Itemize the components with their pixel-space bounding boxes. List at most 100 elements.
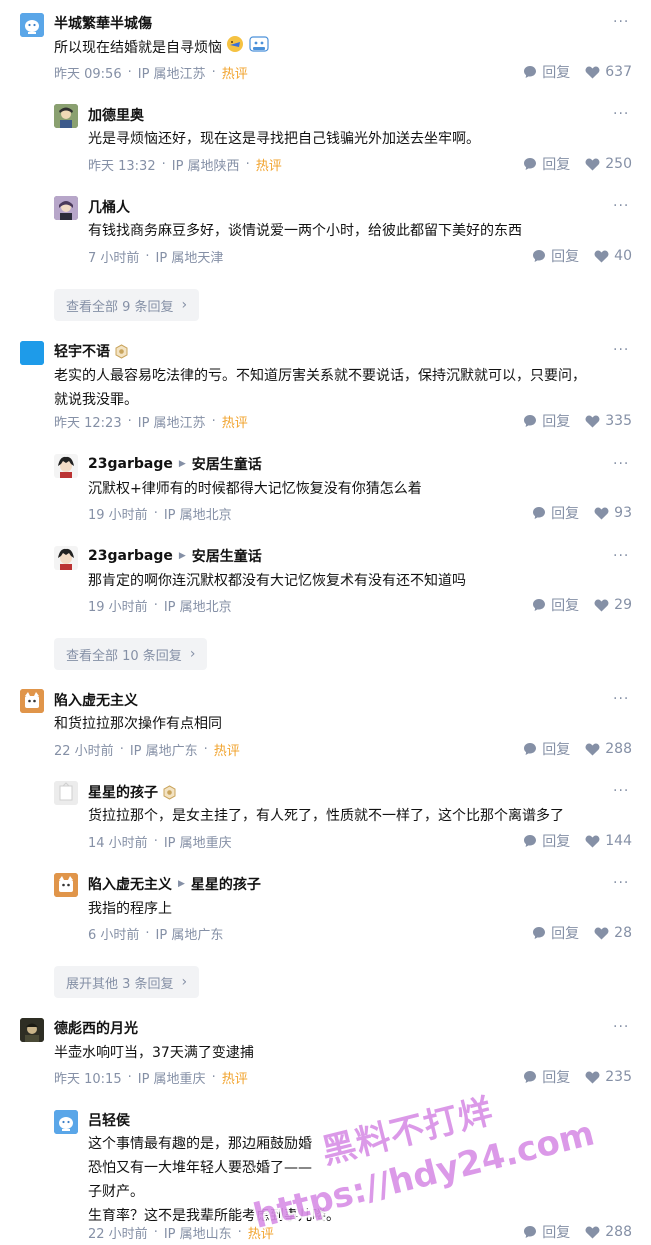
comment-author[interactable]: 轻宇不语 bbox=[54, 340, 129, 362]
reply-author[interactable]: 23garbage ▶ 安居生童话 bbox=[88, 545, 262, 567]
avatar[interactable] bbox=[54, 104, 78, 128]
reply-button[interactable]: 回复 bbox=[523, 154, 570, 174]
reply-button[interactable]: 回复 bbox=[523, 411, 570, 431]
more-options-icon[interactable]: ··· bbox=[613, 1019, 629, 1035]
reply-arrow-icon: ▶ bbox=[178, 459, 186, 469]
hot-tag: 热评 bbox=[221, 415, 248, 431]
reply-icon bbox=[533, 927, 546, 939]
comment-meta: 22 小时前 · IP 属地广东 · 热评 bbox=[54, 741, 240, 759]
avatar[interactable] bbox=[54, 546, 78, 570]
expand-more-replies-button[interactable]: 展开其他 3 条回复 › bbox=[54, 966, 200, 998]
hot-tag: 热评 bbox=[221, 1071, 248, 1087]
user-avatar-icon bbox=[54, 546, 78, 570]
ip-location: IP 属地北京 bbox=[163, 599, 232, 615]
more-options-icon[interactable]: ··· bbox=[613, 691, 629, 707]
comment-author[interactable]: 陷入虚无主义 bbox=[54, 689, 138, 711]
comment-actions: 回复 235 bbox=[523, 1066, 632, 1088]
reply-button[interactable]: 回复 bbox=[523, 62, 570, 82]
heart-icon bbox=[585, 158, 600, 171]
avatar[interactable] bbox=[54, 454, 78, 478]
view-all-replies-button[interactable]: 查看全部 9 条回复 › bbox=[54, 289, 200, 321]
reply-button[interactable]: 回复 bbox=[532, 246, 579, 266]
reply-author[interactable]: 23garbage ▶ 安居生童话 bbox=[88, 453, 262, 475]
avatar[interactable] bbox=[20, 13, 44, 37]
user-avatar-icon bbox=[54, 873, 78, 897]
ip-location: IP 属地山东 bbox=[163, 1226, 232, 1242]
ip-location: IP 属地江苏 bbox=[137, 415, 206, 431]
more-options-icon[interactable]: ··· bbox=[613, 198, 629, 214]
like-button[interactable]: 335 bbox=[585, 413, 632, 429]
avatar[interactable] bbox=[54, 196, 78, 220]
reply-button[interactable]: 回复 bbox=[532, 923, 579, 943]
like-button[interactable]: 288 bbox=[585, 1224, 632, 1240]
reply-meta: 7 小时前 · IP 属地天津 bbox=[88, 248, 224, 266]
reply-author[interactable]: 吕轻侯 bbox=[88, 1109, 130, 1131]
reply-icon bbox=[524, 66, 537, 78]
more-options-icon[interactable]: ··· bbox=[613, 875, 629, 891]
reply-meta: 昨天 13:32 · IP 属地陕西 · 热评 bbox=[88, 156, 282, 174]
user-avatar-icon bbox=[54, 454, 78, 478]
like-button[interactable]: 637 bbox=[585, 64, 632, 80]
ip-location: IP 属地江苏 bbox=[137, 66, 206, 82]
reply-author[interactable]: 加德里奥 bbox=[88, 104, 144, 126]
reply-to-user[interactable]: 星星的孩子 bbox=[191, 874, 261, 894]
comment-meta: 昨天 10:15 · IP 属地重庆 · 热评 bbox=[54, 1069, 248, 1087]
avatar[interactable] bbox=[20, 1018, 44, 1042]
heart-icon bbox=[585, 1071, 600, 1084]
hot-tag: 热评 bbox=[255, 158, 282, 174]
avatar[interactable] bbox=[54, 781, 78, 805]
reply-to-user[interactable]: 安居生童话 bbox=[192, 546, 262, 566]
reply-actions: 回复 144 bbox=[523, 830, 632, 852]
user-avatar-icon bbox=[54, 196, 78, 220]
comment-author[interactable]: 德彪西的月光 bbox=[54, 1017, 138, 1039]
like-button[interactable]: 93 bbox=[594, 505, 632, 521]
comment-content: 所以现在结婚就是自寻烦恼 bbox=[54, 35, 269, 61]
reply-icon bbox=[533, 599, 546, 611]
avatar[interactable] bbox=[20, 689, 44, 713]
reply-icon bbox=[524, 743, 537, 755]
reply-content: 光是寻烦恼还好，现在这是寻找把自己钱骗光外加送去坐牢啊。 bbox=[88, 131, 480, 147]
heart-icon bbox=[594, 250, 609, 263]
more-options-icon[interactable]: ··· bbox=[613, 548, 629, 564]
reply-author[interactable]: 陷入虚无主义 ▶ 星星的孩子 bbox=[88, 873, 261, 895]
more-options-icon[interactable]: ··· bbox=[613, 783, 629, 799]
like-button[interactable]: 144 bbox=[585, 833, 632, 849]
like-button[interactable]: 250 bbox=[585, 156, 632, 172]
reply-button[interactable]: 回复 bbox=[532, 595, 579, 615]
view-all-replies-button[interactable]: 查看全部 10 条回复 › bbox=[54, 638, 208, 670]
more-options-icon[interactable]: ··· bbox=[613, 342, 629, 358]
reply-author[interactable]: 几桶人 bbox=[88, 196, 130, 218]
reply-author[interactable]: 星星的孩子 bbox=[88, 781, 177, 803]
reply-button[interactable]: 回复 bbox=[523, 1067, 570, 1087]
reply-button[interactable]: 回复 bbox=[523, 739, 570, 759]
like-button[interactable]: 288 bbox=[585, 741, 632, 757]
reply-button[interactable]: 回复 bbox=[523, 1222, 570, 1242]
like-button[interactable]: 235 bbox=[585, 1069, 632, 1085]
comment-author[interactable]: 半城繁華半城傷 bbox=[54, 12, 152, 34]
ip-location: IP 属地重庆 bbox=[137, 1071, 206, 1087]
comment-actions: 回复 637 bbox=[523, 61, 632, 83]
reply-button[interactable]: 回复 bbox=[532, 503, 579, 523]
avatar[interactable] bbox=[54, 1110, 78, 1134]
like-button[interactable]: 40 bbox=[594, 248, 632, 264]
like-button[interactable]: 29 bbox=[594, 597, 632, 613]
member-badge-icon bbox=[114, 343, 129, 359]
reply-content: 沉默权+律师有的时候都得大记忆恢复没有你猜怎么着 bbox=[88, 481, 422, 497]
heart-icon bbox=[585, 66, 600, 79]
more-options-icon[interactable]: ··· bbox=[613, 456, 629, 472]
reply-button[interactable]: 回复 bbox=[523, 831, 570, 851]
avatar[interactable] bbox=[54, 873, 78, 897]
heart-icon bbox=[594, 599, 609, 612]
heart-icon bbox=[585, 415, 600, 428]
avatar[interactable] bbox=[20, 341, 44, 365]
like-button[interactable]: 28 bbox=[594, 925, 632, 941]
heart-icon bbox=[594, 507, 609, 520]
more-options-icon[interactable]: ··· bbox=[613, 106, 629, 122]
reply-meta: 19 小时前 · IP 属地北京 bbox=[88, 597, 232, 615]
reply-icon bbox=[524, 158, 537, 170]
more-options-icon[interactable]: ··· bbox=[613, 14, 629, 30]
reply-arrow-icon: ▶ bbox=[178, 551, 186, 561]
reply-to-user[interactable]: 安居生童话 bbox=[192, 454, 262, 474]
reply-icon bbox=[524, 1226, 537, 1238]
timestamp: 昨天 13:32 bbox=[88, 158, 156, 174]
